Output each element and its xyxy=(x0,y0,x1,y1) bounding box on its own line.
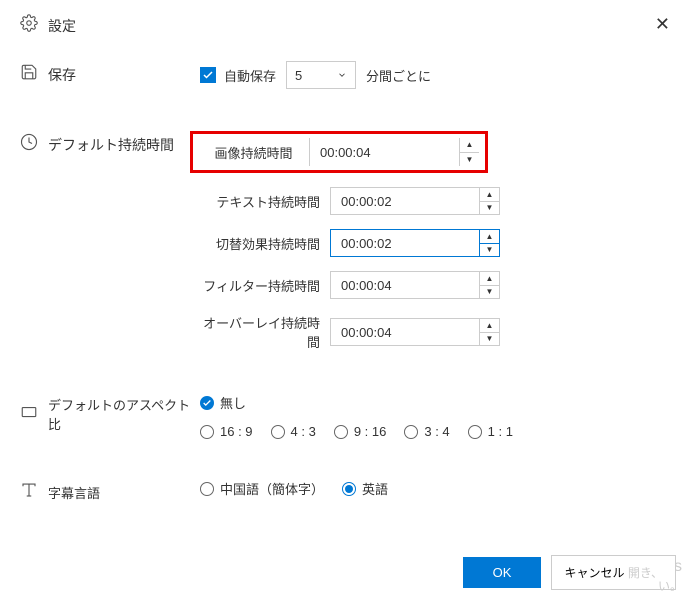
radio-icon xyxy=(404,425,418,439)
radio-icon xyxy=(334,425,348,439)
autosave-interval-dropdown[interactable]: 5 xyxy=(286,61,356,89)
image-duration-value: 00:00:04 xyxy=(310,138,459,166)
radio-icon xyxy=(200,396,214,410)
overlay-duration-label: オーバーレイ持続時間 xyxy=(200,313,330,351)
dialog-title: 設定 xyxy=(48,16,76,36)
image-duration-highlight: 画像持続時間 00:00:04 ▲▼ xyxy=(190,131,488,173)
section-duration: デフォルト持続時間 画像持続時間 00:00:04 ▲▼ テキスト持続時間 00… xyxy=(20,131,670,365)
subtitle-english[interactable]: 英語 xyxy=(342,479,388,498)
overlay-duration-input[interactable]: 00:00:04 ▲▼ xyxy=(330,318,500,346)
ok-button[interactable]: OK xyxy=(463,557,542,588)
autosave-interval-value: 5 xyxy=(295,68,302,83)
spin-down[interactable]: ▼ xyxy=(460,153,479,167)
gear-icon xyxy=(20,14,38,37)
radio-icon xyxy=(271,425,285,439)
cancel-button[interactable]: キャンセル 開き、 xyxy=(551,555,676,590)
aspect-none[interactable]: 無し xyxy=(200,393,246,412)
save-icon xyxy=(20,63,38,86)
spin-up[interactable]: ▲ xyxy=(460,138,479,153)
radio-icon xyxy=(200,482,214,496)
image-duration-input[interactable]: 00:00:04 ▲▼ xyxy=(309,138,479,166)
text-icon xyxy=(20,481,38,504)
transition-duration-value: 00:00:02 xyxy=(331,230,479,256)
clock-icon xyxy=(20,133,38,156)
dialog-footer: OK キャンセル 開き、 xyxy=(0,545,690,600)
aspect-4-3[interactable]: 4 : 3 xyxy=(271,424,316,439)
dialog-header: 設定 xyxy=(0,0,690,51)
image-duration-label: 画像持続時間 xyxy=(199,143,309,162)
save-section-label: 保存 xyxy=(48,65,76,85)
overlay-duration-value: 00:00:04 xyxy=(331,319,479,345)
autosave-checkbox[interactable] xyxy=(200,67,216,83)
radio-icon xyxy=(468,425,482,439)
spin-up[interactable]: ▲ xyxy=(480,319,499,333)
text-duration-input[interactable]: 00:00:02 ▲▼ xyxy=(330,187,500,215)
text-duration-value: 00:00:02 xyxy=(331,188,479,214)
text-duration-label: テキスト持続時間 xyxy=(200,192,330,211)
aspect-1-1[interactable]: 1 : 1 xyxy=(468,424,513,439)
spin-up[interactable]: ▲ xyxy=(480,188,499,202)
spin-down[interactable]: ▼ xyxy=(480,244,499,257)
autosave-label: 自動保存 xyxy=(224,66,276,85)
spin-down[interactable]: ▼ xyxy=(480,202,499,215)
transition-duration-label: 切替効果持続時間 xyxy=(200,234,330,253)
autosave-interval-suffix: 分間ごとに xyxy=(366,66,431,85)
spin-down[interactable]: ▼ xyxy=(480,286,499,299)
aspect-16-9[interactable]: 16 : 9 xyxy=(200,424,253,439)
subtitle-section-label: 字幕言語 xyxy=(48,483,100,502)
duration-section-label: デフォルト持続時間 xyxy=(48,135,174,155)
chevron-down-icon xyxy=(337,70,347,80)
section-subtitle: 字幕言語 中国語（簡体字） 英語 xyxy=(20,479,670,510)
aspect-3-4[interactable]: 3 : 4 xyxy=(404,424,449,439)
aspect-section-label: デフォルトのアスペクト比 xyxy=(48,395,200,433)
spin-up[interactable]: ▲ xyxy=(480,230,499,244)
filter-duration-input[interactable]: 00:00:04 ▲▼ xyxy=(330,271,500,299)
transition-duration-input[interactable]: 00:00:02 ▲▼ xyxy=(330,229,500,257)
close-button[interactable]: ✕ xyxy=(655,14,670,35)
subtitle-chinese[interactable]: 中国語（簡体字） xyxy=(200,479,324,498)
aspect-icon xyxy=(20,403,38,426)
aspect-9-16[interactable]: 9 : 16 xyxy=(334,424,387,439)
radio-icon xyxy=(200,425,214,439)
spin-up[interactable]: ▲ xyxy=(480,272,499,286)
section-save: 保存 自動保存 5 分間ごとに xyxy=(20,61,670,103)
filter-duration-label: フィルター持続時間 xyxy=(200,276,330,295)
radio-icon xyxy=(342,482,356,496)
spin-down[interactable]: ▼ xyxy=(480,333,499,346)
section-aspect: デフォルトのアスペクト比 無し 16 : 9 4 : 3 9 : 16 3 : … xyxy=(20,393,670,451)
filter-duration-value: 00:00:04 xyxy=(331,272,479,298)
